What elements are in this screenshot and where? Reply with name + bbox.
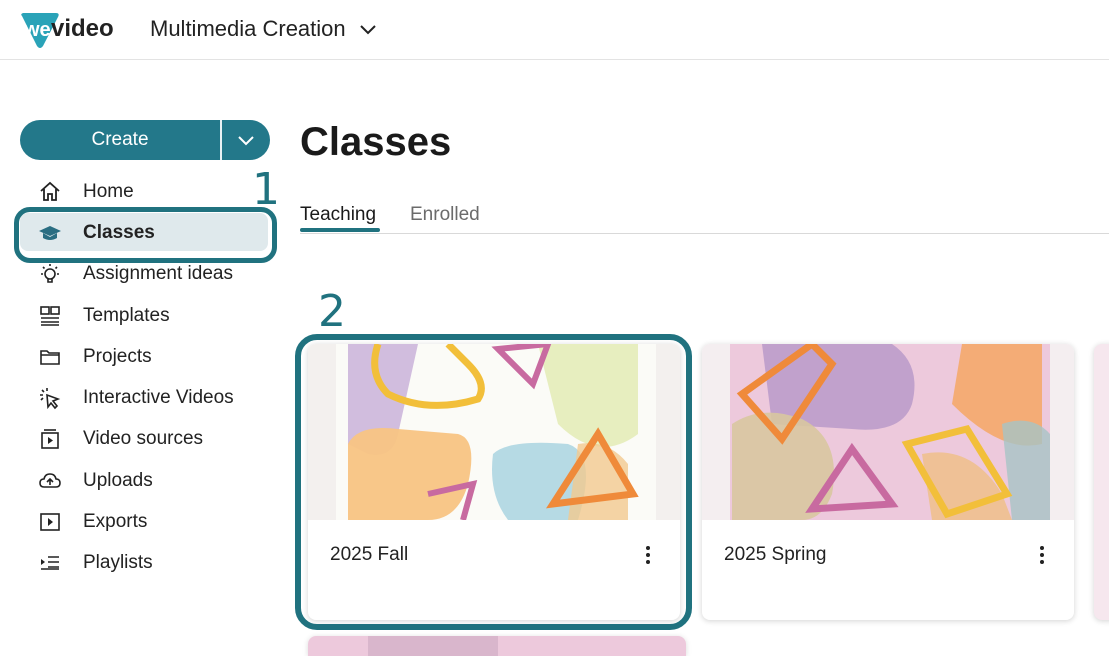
home-icon [38,180,66,204]
templates-icon [38,304,66,328]
class-thumbnail [308,636,686,656]
more-options-button[interactable] [1032,542,1052,568]
folder-icon [38,345,66,369]
sidebar-item-label: Video sources [83,428,204,450]
svg-text:video: video [51,15,114,42]
highlight-box-fall-card [295,334,692,630]
lightbulb-icon [38,262,66,286]
sidebar-item-label: Exports [83,511,148,533]
create-button-group: Create [20,120,270,160]
class-card-partial[interactable] [1094,344,1109,620]
class-name: 2025 Spring [724,544,827,565]
sidebar-item-label: Assignment ideas [83,263,233,285]
sidebar-item-templates[interactable]: Templates [38,295,278,336]
class-card-spring[interactable]: 2025 Spring [702,344,1074,620]
kebab-menu-icon [1040,546,1044,564]
top-bar: we video Multimedia Creation [0,0,1109,60]
playlist-icon [38,551,66,575]
sidebar-item-playlists[interactable]: Playlists [38,543,278,584]
export-icon [38,510,66,534]
create-divider [220,120,222,160]
sidebar-item-label: Uploads [83,469,153,491]
sidebar-item-uploads[interactable]: Uploads [38,460,278,501]
wevideo-logo[interactable]: we video [18,10,128,50]
sidebar-item-label: Templates [83,304,170,326]
sidebar-item-interactive-videos[interactable]: Interactive Videos [38,377,278,418]
pointer-click-icon [38,386,66,410]
active-tab-indicator [300,228,380,232]
page-title: Classes [300,120,452,164]
sidebar-item-label: Playlists [83,552,153,574]
workspace-name: Multimedia Creation [150,16,346,41]
sidebar-item-label: Home [83,180,134,202]
highlight-box-classes [14,207,277,263]
class-tabs: Teaching Enrolled [300,200,1109,234]
step-marker-2: 2 [318,286,346,337]
video-sources-icon [38,427,66,451]
create-dropdown-button[interactable] [222,120,270,160]
sidebar-item-video-sources[interactable]: Video sources [38,419,278,460]
class-thumbnail [702,344,1074,520]
tab-teaching[interactable]: Teaching [300,204,376,226]
workspace-selector[interactable]: Multimedia Creation [150,16,378,42]
chevron-down-icon [359,25,376,35]
sidebar-item-label: Interactive Videos [83,387,234,409]
chevron-down-icon [238,136,254,146]
sidebar-item-exports[interactable]: Exports [38,501,278,542]
tab-enrolled[interactable]: Enrolled [410,204,480,226]
class-card-peek[interactable] [308,636,686,656]
step-marker-1: 1 [252,164,280,215]
sidebar-item-projects[interactable]: Projects [38,336,278,377]
cloud-upload-icon [38,469,66,493]
create-button[interactable]: Create [20,120,220,160]
svg-text:we: we [23,19,51,41]
sidebar-item-label: Projects [83,345,152,367]
